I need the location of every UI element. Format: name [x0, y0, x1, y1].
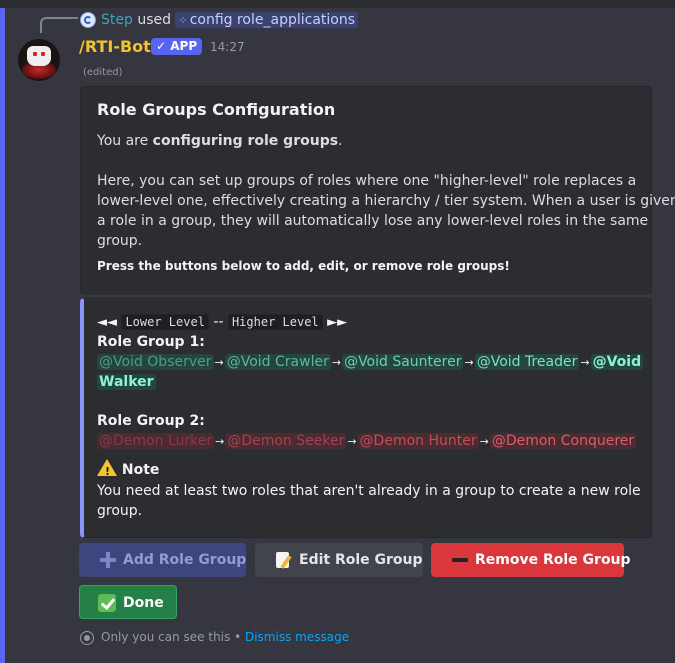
reply-used-label: used: [137, 12, 172, 28]
add-role-group-label: Add Role Group: [123, 552, 247, 568]
role-mention[interactable]: @Void Treader: [474, 354, 580, 370]
ephemeral-notice: Only you can see this •: [101, 630, 245, 644]
role-groups-embed: ◄◄ Lower Level -- Higher Level ►► Role G…: [80, 298, 652, 538]
slash-command-icon: ⁘: [178, 14, 188, 27]
reply-line: Step used ⁘ config role_applications: [101, 11, 359, 30]
left-arrows-icon: ◄◄: [97, 315, 117, 330]
app-badge: ✓ APP: [151, 38, 203, 55]
group1-roles-wrap: Walker: [97, 372, 156, 392]
level-legend: ◄◄ Lower Level -- Higher Level ►►: [97, 314, 348, 330]
done-label: Done: [123, 595, 164, 611]
lower-level-code: Lower Level: [121, 314, 209, 330]
arrow-right-icon: →: [215, 435, 225, 448]
done-button[interactable]: Done: [79, 585, 177, 619]
group2-heading: Role Group 2:: [97, 413, 205, 429]
arrow-right-icon: →: [464, 356, 474, 369]
dismiss-message-link[interactable]: Dismiss message: [245, 630, 349, 644]
arrow-right-icon: →: [580, 356, 590, 369]
reply-avatar[interactable]: [80, 12, 96, 28]
edit-role-group-label: Edit Role Group: [299, 552, 423, 568]
embed-intro: You are configuring role groups.: [97, 133, 343, 149]
add-role-group-button[interactable]: Add Role Group: [79, 543, 246, 577]
group1-roles: @Void Observer → @Void Crawler → @Void Saunt…: [97, 352, 644, 373]
embed-title: Role Groups Configuration: [97, 100, 336, 119]
role-mention[interactable]: @Demon Conquerer: [489, 433, 637, 449]
command-name: config role_applications: [189, 12, 356, 28]
role-mention[interactable]: @Void Crawler: [224, 354, 331, 370]
timestamp[interactable]: 14:27: [210, 40, 245, 54]
arrow-right-icon: →: [214, 356, 224, 369]
plus-icon: [99, 551, 117, 569]
higher-level-code: Higher Level: [227, 314, 323, 330]
arrow-right-icon: →: [479, 435, 489, 448]
note-text: group.: [97, 503, 143, 519]
right-arrows-icon: ►►: [327, 315, 348, 330]
verified-check-icon: ✓: [156, 39, 167, 53]
check-mark-icon: [98, 594, 116, 612]
embed-description-line: Here, you can set up groups of roles whe…: [97, 173, 637, 189]
config-embed: Role Groups Configuration You are config…: [80, 86, 675, 294]
role-mention[interactable]: @Demon Lurker: [97, 433, 215, 449]
reply-username[interactable]: Step: [101, 12, 133, 28]
note-heading: Note: [97, 459, 159, 482]
minus-icon: [451, 551, 469, 569]
role-mention[interactable]: @Demon Hunter: [357, 433, 479, 449]
reply-connector: [40, 17, 78, 33]
role-mention[interactable]: @Void Saunterer: [342, 354, 464, 370]
remove-role-group-label: Remove Role Group: [475, 552, 631, 568]
arrow-right-icon: →: [331, 356, 342, 369]
author-name[interactable]: /RTI-Bot: [79, 37, 151, 56]
group1-heading: Role Group 1:: [97, 334, 205, 350]
role-mention[interactable]: @Demon Seeker: [225, 433, 347, 449]
command-mention[interactable]: ⁘ config role_applications: [175, 12, 359, 28]
edited-label: (edited): [83, 67, 123, 78]
embed-description-line: lower-level one, effectively creating a …: [97, 193, 675, 209]
remove-role-group-button[interactable]: Remove Role Group: [431, 543, 631, 577]
embed-description-line: a role in a group, they will automatical…: [97, 213, 649, 229]
embed-hint: Press the buttons below to add, edit, or…: [97, 259, 510, 273]
arrow-right-icon: →: [347, 435, 357, 448]
embed-description-line: group.: [97, 233, 143, 249]
note-text: You need at least two roles that aren't …: [97, 483, 641, 499]
highlight-bar: [0, 8, 5, 663]
group2-roles: @Demon Lurker → @Demon Seeker → @Demon Hunte…: [97, 431, 637, 452]
top-strip: [0, 0, 675, 8]
author-line: /RTI-Bot: [79, 37, 151, 57]
eye-icon: [80, 631, 94, 645]
role-mention[interactable]: @Void: [590, 354, 644, 370]
warning-icon: [97, 459, 117, 482]
edit-role-group-button[interactable]: Edit Role Group: [255, 543, 423, 577]
role-mention[interactable]: @Void Observer: [97, 354, 214, 370]
role-mention[interactable]: Walker: [97, 374, 156, 390]
memo-icon: [275, 551, 293, 569]
bot-avatar[interactable]: [18, 39, 60, 81]
